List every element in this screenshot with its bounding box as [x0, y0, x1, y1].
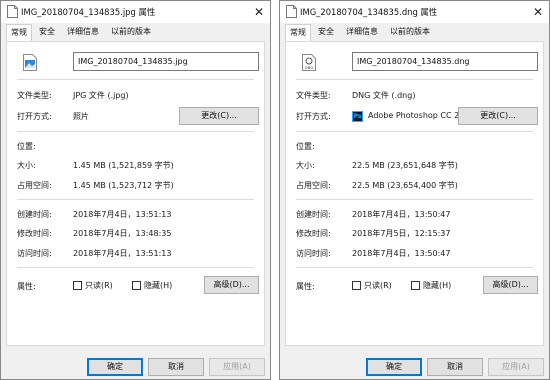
file-type-value: DNG 文件 (.dng): [352, 91, 416, 100]
checkbox-box[interactable]: [411, 281, 420, 290]
size-label: 大小:: [17, 161, 36, 170]
close-icon: ✕: [253, 5, 265, 19]
close-button[interactable]: ✕: [527, 1, 549, 23]
separator: [296, 199, 533, 200]
change-button[interactable]: 更改(C)...: [179, 107, 259, 125]
title-bar: IMG_20180704_134835.dng 属性 ✕: [280, 1, 549, 23]
separator: [17, 131, 254, 132]
file-icon: [286, 5, 297, 18]
size-value: 1.45 MB (1,521,859 字节): [73, 161, 174, 170]
created-value: 2018年7月4日，13:50:47: [352, 210, 451, 219]
tab-bar: 常规 安全 详细信息 以前的版本: [6, 24, 270, 41]
properties-dialog-dng: IMG_20180704_134835.dng 属性 ✕ 常规 安全 详细信息 …: [279, 0, 550, 380]
modified-value: 2018年7月4日，13:48:35: [73, 229, 172, 238]
attributes-label: 属性:: [296, 282, 315, 291]
dng-icon-text: DNG: [305, 66, 313, 70]
separator: [296, 79, 533, 80]
photoshop-icon: Ps: [352, 111, 363, 122]
tab-general[interactable]: 常规: [285, 24, 311, 41]
file-type-value: JPG 文件 (.jpg): [73, 91, 129, 100]
hidden-checkbox[interactable]: 隐藏(H): [132, 280, 182, 292]
size-on-disk-value: 22.5 MB (23,654,400 字节): [352, 181, 458, 190]
advanced-button[interactable]: 高级(D)...: [483, 276, 538, 294]
readonly-checkbox[interactable]: 只读(R): [352, 280, 402, 292]
title-bar: IMG_20180704_134835.jpg 属性 ✕: [1, 1, 270, 23]
accessed-value: 2018年7月4日，13:50:47: [352, 249, 451, 258]
file-type-label: 文件类型:: [17, 91, 52, 100]
file-type-label: 文件类型:: [296, 91, 331, 100]
location-label: 位置:: [296, 142, 315, 151]
readonly-label: 只读(R): [364, 281, 392, 290]
apply-button[interactable]: 应用(A): [209, 358, 265, 376]
modified-label: 修改时间:: [296, 229, 331, 238]
open-with-label: 打开方式:: [296, 112, 331, 121]
separator: [17, 79, 254, 80]
tab-general[interactable]: 常规: [6, 24, 32, 41]
separator: [296, 131, 533, 132]
separator: [296, 267, 533, 268]
window-title: IMG_20180704_134835.dng 属性: [300, 7, 438, 17]
attributes-label: 属性:: [17, 282, 36, 291]
image-icon: [23, 54, 37, 71]
location-label: 位置:: [17, 142, 36, 151]
dng-file-icon: DNG: [302, 54, 316, 71]
general-panel: IMG_20180704_134835.jpg 文件类型: JPG 文件 (.j…: [6, 41, 265, 346]
file-name-field[interactable]: IMG_20180704_134835.jpg: [73, 52, 259, 71]
tab-details[interactable]: 详细信息: [342, 25, 382, 39]
readonly-checkbox[interactable]: 只读(R): [73, 280, 123, 292]
created-label: 创建时间:: [296, 210, 331, 219]
general-panel: DNG IMG_20180704_134835.dng 文件类型: DNG 文件…: [285, 41, 544, 346]
checkbox-box[interactable]: [73, 281, 82, 290]
modified-value: 2018年7月5日，12:15:37: [352, 229, 451, 238]
ok-button[interactable]: 确定: [366, 358, 422, 376]
size-on-disk-value: 1.45 MB (1,523,712 字节): [73, 181, 174, 190]
window-title: IMG_20180704_134835.jpg 属性: [21, 7, 156, 17]
advanced-button[interactable]: 高级(D)...: [204, 276, 259, 294]
created-label: 创建时间:: [17, 210, 52, 219]
open-with-value: Adobe Photoshop CC 2: [368, 111, 460, 120]
cancel-button[interactable]: 取消: [148, 358, 204, 376]
tab-previous-versions[interactable]: 以前的版本: [107, 25, 155, 39]
open-with-value: 照片: [73, 112, 89, 121]
ok-button[interactable]: 确定: [87, 358, 143, 376]
size-on-disk-label: 占用空间:: [17, 181, 52, 190]
separator: [17, 199, 254, 200]
hidden-checkbox[interactable]: 隐藏(H): [411, 280, 461, 292]
file-icon: [7, 5, 18, 18]
tab-security[interactable]: 安全: [314, 25, 338, 39]
file-name-field[interactable]: IMG_20180704_134835.dng: [352, 52, 538, 71]
accessed-label: 访问时间:: [17, 249, 52, 258]
accessed-value: 2018年7月4日，13:51:13: [73, 249, 172, 258]
created-value: 2018年7月4日，13:51:13: [73, 210, 172, 219]
tab-security[interactable]: 安全: [35, 25, 59, 39]
size-label: 大小:: [296, 161, 315, 170]
properties-dialog-jpg: IMG_20180704_134835.jpg 属性 ✕ 常规 安全 详细信息 …: [0, 0, 271, 380]
close-icon: ✕: [532, 5, 544, 19]
open-with-label: 打开方式:: [17, 112, 52, 121]
tab-previous-versions[interactable]: 以前的版本: [386, 25, 434, 39]
apply-button[interactable]: 应用(A): [488, 358, 544, 376]
checkbox-box[interactable]: [352, 281, 361, 290]
cancel-button[interactable]: 取消: [427, 358, 483, 376]
close-button[interactable]: ✕: [248, 1, 270, 23]
modified-label: 修改时间:: [17, 229, 52, 238]
change-button[interactable]: 更改(C)...: [458, 107, 538, 125]
accessed-label: 访问时间:: [296, 249, 331, 258]
separator: [17, 267, 254, 268]
checkbox-box[interactable]: [132, 281, 141, 290]
hidden-label: 隐藏(H): [144, 281, 173, 290]
size-on-disk-label: 占用空间:: [296, 181, 331, 190]
hidden-label: 隐藏(H): [423, 281, 452, 290]
size-value: 22.5 MB (23,651,648 字节): [352, 161, 458, 170]
readonly-label: 只读(R): [85, 281, 113, 290]
tab-details[interactable]: 详细信息: [63, 25, 103, 39]
tab-bar: 常规 安全 详细信息 以前的版本: [285, 24, 549, 41]
